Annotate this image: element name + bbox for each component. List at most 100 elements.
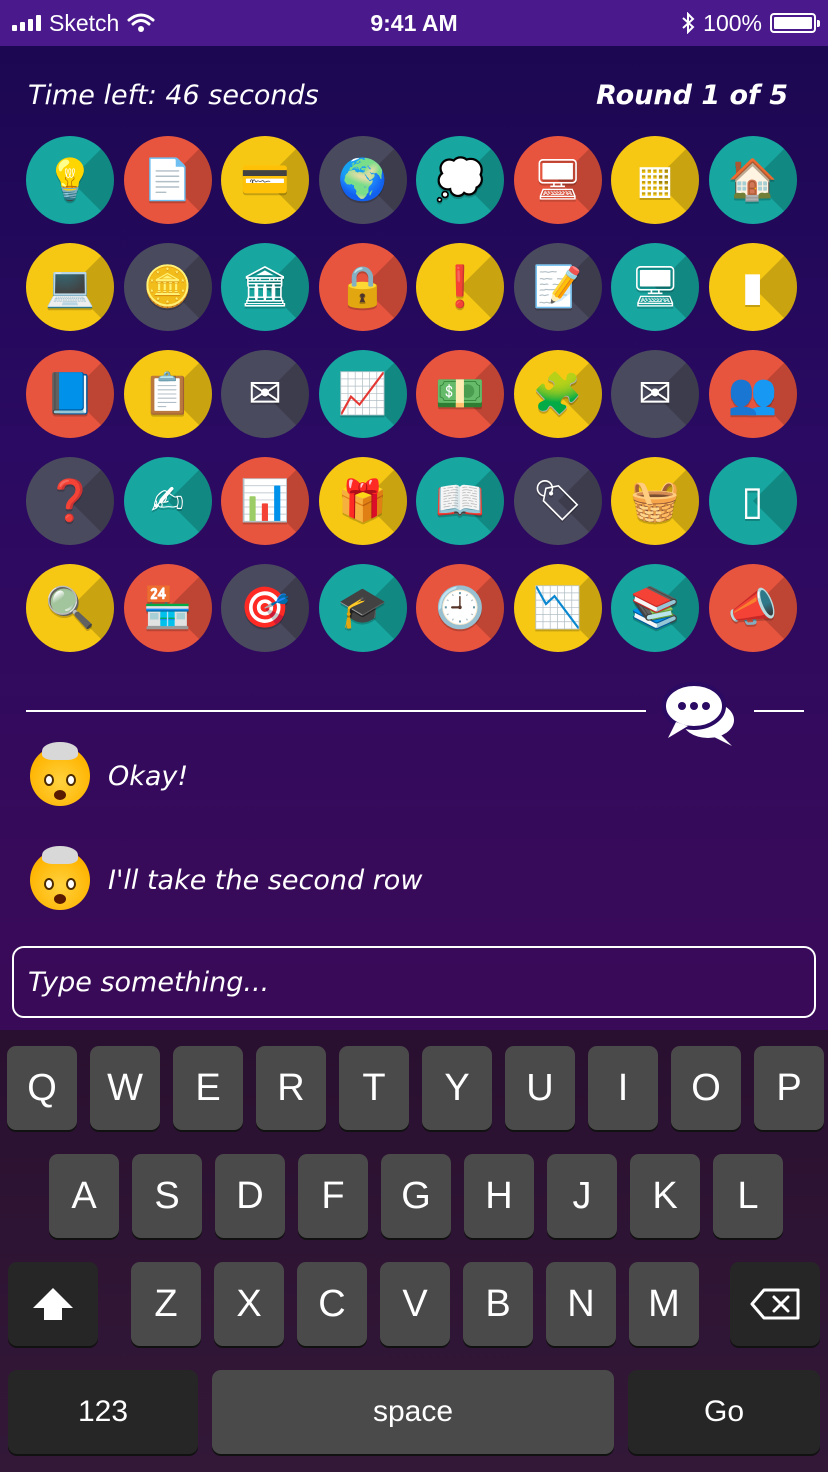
tile-glyph: 📝 xyxy=(532,264,583,310)
marketing-monitor-icon[interactable]: 🖥 xyxy=(513,136,602,224)
megaphone-icon[interactable]: 📣 xyxy=(708,564,797,652)
battery-icon xyxy=(770,13,820,33)
icon-grid: 💡 📄 💳 🌍 💭 🖥 ▦ 🏠 💻 🪙 🏛 🔒 ❗ 📝 🖥 ▮ 📘 📋 ✉ 📈 💵 🧩 ✉ 👥 ❓ ✍ 📊 🎁 📖 🏷 🧺 ▯ 🔍 🏪 🎯 🎓 🕘 📉 📚 📣 xyxy=(26,136,797,652)
book-stack-icon[interactable]: 📚 xyxy=(611,564,699,652)
key-o[interactable]: O xyxy=(671,1046,741,1130)
key-i[interactable]: I xyxy=(588,1046,658,1130)
open-book-icon[interactable]: 📖 xyxy=(416,457,504,545)
numbers-key[interactable]: 123 xyxy=(8,1370,198,1454)
chat-message-text: Okay! xyxy=(108,760,189,792)
key-y[interactable]: Y xyxy=(422,1046,492,1130)
tile-glyph: 📄 xyxy=(142,157,193,203)
shift-key[interactable] xyxy=(8,1262,98,1346)
key-z[interactable]: Z xyxy=(131,1262,201,1346)
chat-message-text: I'll take the second row xyxy=(108,864,423,896)
shopping-basket-icon[interactable]: 🧺 xyxy=(611,457,699,545)
key-t[interactable]: T xyxy=(339,1046,409,1130)
chart-board-icon[interactable]: 📊 xyxy=(221,457,309,545)
key-w[interactable]: W xyxy=(90,1046,160,1130)
wifi-icon xyxy=(127,13,155,32)
tile-glyph: 💳 xyxy=(240,157,290,203)
time-left-label: Time left: 46 seconds xyxy=(28,80,319,111)
key-r[interactable]: R xyxy=(256,1046,326,1130)
status-bar: Sketch 9:41 AM 100% xyxy=(0,0,828,46)
idea-bubble-icon[interactable]: 💭 xyxy=(416,136,504,224)
key-f[interactable]: F xyxy=(298,1154,368,1238)
tile-glyph: 🏪 xyxy=(142,585,193,631)
chat-input-placeholder: Type something... xyxy=(28,966,270,998)
light-bulb-icon[interactable]: 💡 xyxy=(26,136,114,224)
money-bills-icon[interactable]: 💵 xyxy=(416,350,504,438)
tile-glyph: ❗ xyxy=(435,264,485,310)
envelope-icon[interactable]: ✉ xyxy=(611,350,699,438)
vault-icon[interactable]: 🔒 xyxy=(318,243,407,331)
document-stamp-icon[interactable]: 📄 xyxy=(123,136,212,224)
monitor-chart-icon[interactable]: 📈 xyxy=(318,350,407,438)
laptop-buy-icon[interactable]: 💻 xyxy=(26,243,114,331)
presentation-board-icon[interactable]: 📉 xyxy=(513,564,602,652)
key-e[interactable]: E xyxy=(173,1046,243,1130)
coin-stacks-icon[interactable]: 🪙 xyxy=(123,243,212,331)
chat-input[interactable]: Type something... xyxy=(12,946,816,1018)
safe-icon[interactable]: ▦ xyxy=(611,136,699,224)
tile-glyph: 🌍 xyxy=(337,157,388,203)
tile-glyph: 🏷 xyxy=(532,478,583,524)
key-j[interactable]: J xyxy=(547,1154,617,1238)
usb-stick-icon[interactable]: ▮ xyxy=(708,243,797,331)
key-l[interactable]: L xyxy=(713,1154,783,1238)
magnifier-icon[interactable]: 🔍 xyxy=(26,564,114,652)
clipboard-icon[interactable]: 📋 xyxy=(123,350,212,438)
book-icon[interactable]: 📘 xyxy=(26,350,114,438)
key-m[interactable]: M xyxy=(629,1262,699,1346)
tile-glyph: 👥 xyxy=(727,371,778,417)
network-people-icon[interactable]: 👥 xyxy=(708,350,797,438)
contract-pen-icon[interactable]: ✍ xyxy=(123,457,212,545)
tile-glyph: 📊 xyxy=(240,478,290,524)
tile-glyph: ✉ xyxy=(248,371,282,417)
puzzle-icon[interactable]: 🧩 xyxy=(513,350,602,438)
graduation-cap-icon[interactable]: 🎓 xyxy=(318,564,407,652)
tile-glyph: 📚 xyxy=(630,585,680,631)
key-d[interactable]: D xyxy=(215,1154,285,1238)
key-x[interactable]: X xyxy=(214,1262,284,1346)
target-dart-icon[interactable]: 🎯 xyxy=(221,564,309,652)
bank-icon[interactable]: 🏛 xyxy=(221,243,309,331)
key-u[interactable]: U xyxy=(505,1046,575,1130)
tile-glyph: 📈 xyxy=(337,371,388,417)
key-c[interactable]: C xyxy=(297,1262,367,1346)
tile-glyph: 🎓 xyxy=(337,585,388,631)
key-b[interactable]: B xyxy=(463,1262,533,1346)
go-key[interactable]: Go xyxy=(628,1370,820,1454)
gift-box-icon[interactable]: 🎁 xyxy=(318,457,407,545)
sale-tag-icon[interactable]: 🏷 xyxy=(513,457,602,545)
key-p[interactable]: P xyxy=(754,1046,824,1130)
mail-letter-icon[interactable]: ✉ xyxy=(221,350,309,438)
tile-glyph: 🪙 xyxy=(142,264,193,310)
monitor-offer-icon[interactable]: 🖥 xyxy=(611,243,699,331)
globe-location-icon[interactable]: 🌍 xyxy=(318,136,407,224)
brain-question-icon[interactable]: ❓ xyxy=(26,457,114,545)
key-s[interactable]: S xyxy=(132,1154,202,1238)
key-n[interactable]: N xyxy=(546,1262,616,1346)
key-a[interactable]: A xyxy=(49,1154,119,1238)
key-g[interactable]: G xyxy=(381,1154,451,1238)
exploding-head-avatar xyxy=(30,846,90,910)
space-key[interactable]: space xyxy=(212,1370,614,1454)
backspace-key[interactable] xyxy=(730,1262,820,1346)
credit-card-icon[interactable]: 💳 xyxy=(221,136,309,224)
exploding-head-avatar xyxy=(30,742,90,806)
house-sale-icon[interactable]: 🏠 xyxy=(708,136,797,224)
tile-glyph: 📣 xyxy=(727,585,778,631)
key-q[interactable]: Q xyxy=(7,1046,77,1130)
chat-divider-right xyxy=(754,710,804,712)
chat-alert-icon[interactable]: ❗ xyxy=(416,243,504,331)
tile-glyph: 🔒 xyxy=(337,264,388,310)
idea-paper-icon[interactable]: 📝 xyxy=(513,243,602,331)
clock-icon[interactable]: 🕘 xyxy=(416,564,504,652)
key-h[interactable]: H xyxy=(464,1154,534,1238)
shop-sale-icon[interactable]: 🏪 xyxy=(123,564,212,652)
status-left: Sketch xyxy=(12,10,155,37)
key-v[interactable]: V xyxy=(380,1262,450,1346)
key-k[interactable]: K xyxy=(630,1154,700,1238)
tablet-icon[interactable]: ▯ xyxy=(708,457,797,545)
